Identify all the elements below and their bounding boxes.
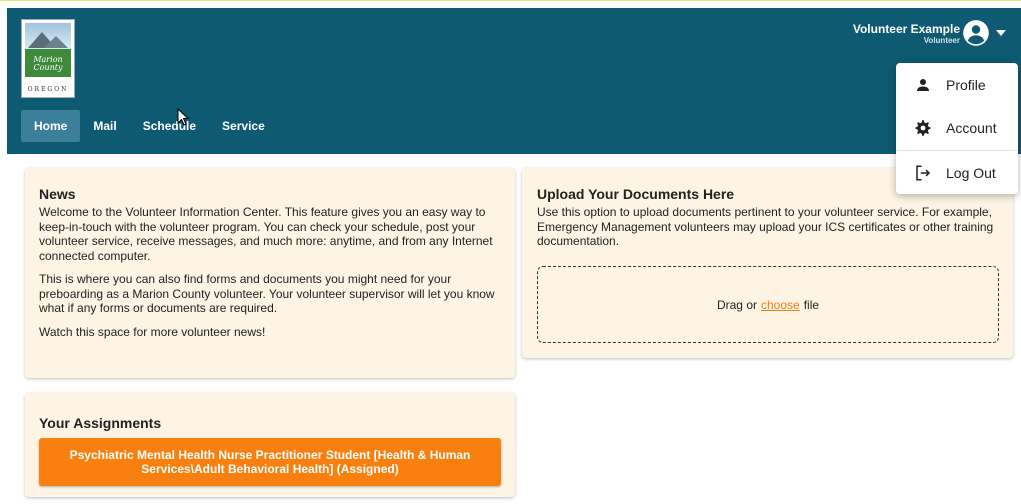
news-card: News Welcome to the Volunteer Informatio… xyxy=(25,168,515,378)
upload-description: Use this option to upload documents pert… xyxy=(537,205,994,248)
chevron-down-icon[interactable] xyxy=(996,30,1006,36)
logo-county-name: Marion County xyxy=(33,55,63,72)
user-dropdown-menu: Profile Account Log Out xyxy=(896,63,1018,194)
mouse-cursor-icon xyxy=(177,108,189,126)
menu-item-account[interactable]: Account xyxy=(896,107,1018,151)
main-nav: Home Mail Schedule Service xyxy=(21,110,278,142)
user-role: Volunteer xyxy=(923,35,960,45)
logo-state: OREGON xyxy=(27,86,69,93)
user-menu-toggle[interactable]: Volunteer Example Volunteer xyxy=(853,19,1006,47)
person-icon xyxy=(917,78,929,91)
news-title: News xyxy=(39,186,76,202)
dropzone-prefix: Drag or xyxy=(716,297,757,312)
news-paragraph: This is where you can also find forms an… xyxy=(39,272,495,315)
menu-item-label: Profile xyxy=(946,76,986,93)
news-paragraph: Welcome to the Volunteer Information Cen… xyxy=(39,205,493,263)
gear-icon xyxy=(915,120,931,137)
logout-icon xyxy=(916,165,931,181)
assignments-title: Your Assignments xyxy=(39,415,162,431)
nav-item-mail[interactable]: Mail xyxy=(80,110,129,142)
user-name: Volunteer Example xyxy=(852,21,960,36)
file-dropzone[interactable]: Drag or choose file xyxy=(537,266,999,343)
menu-item-profile[interactable]: Profile xyxy=(896,63,1018,107)
menu-item-label: Account xyxy=(946,120,997,137)
nav-item-schedule[interactable]: Schedule xyxy=(130,110,209,142)
app-header: Marion County OREGON Home Mail Schedule … xyxy=(7,8,1021,154)
menu-item-label: Log Out xyxy=(946,164,996,181)
county-logo[interactable]: Marion County OREGON xyxy=(21,19,75,98)
assignments-card: Your Assignments Psychiatric Mental Heal… xyxy=(25,393,515,497)
choose-file-link[interactable]: choose xyxy=(761,298,800,312)
menu-item-logout[interactable]: Log Out xyxy=(896,151,1018,195)
upload-card: Upload Your Documents Here Use this opti… xyxy=(522,168,1013,358)
account-circle-icon[interactable] xyxy=(962,19,990,47)
assignment-button[interactable]: Psychiatric Mental Health Nurse Practiti… xyxy=(39,438,501,486)
nav-item-service[interactable]: Service xyxy=(209,110,278,142)
nav-item-home[interactable]: Home xyxy=(21,110,81,142)
dropzone-suffix: file xyxy=(803,297,820,312)
news-paragraph: Watch this space for more volunteer news… xyxy=(39,324,266,339)
top-border xyxy=(0,0,1021,8)
